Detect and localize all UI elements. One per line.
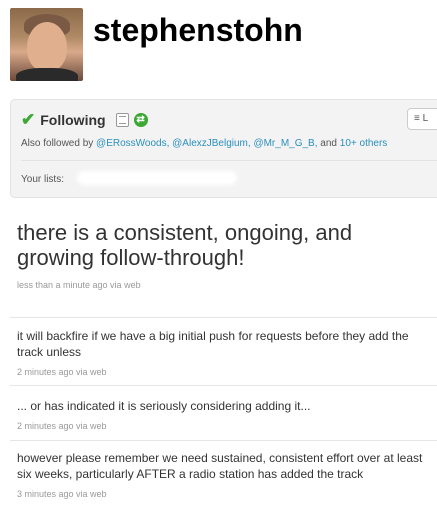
lists-redacted: [77, 171, 237, 185]
list-item: however please remember we need sustaine…: [17, 450, 435, 502]
also-followed-by: Also followed by @ERossWoods, @AlexzJBel…: [21, 138, 387, 149]
avatar-shirt: [16, 68, 78, 81]
divider: [10, 440, 437, 441]
featured-tweet-meta[interactable]: less than a minute ago via web: [17, 280, 141, 290]
list-item: it will backfire if we have a big initia…: [17, 328, 435, 380]
divider: [21, 160, 437, 161]
list-icon: ≡: [414, 113, 420, 124]
list-item: ... or has indicated it is seriously con…: [17, 398, 435, 434]
tweet-text: it will backfire if we have a big initia…: [17, 329, 409, 359]
list-button[interactable]: ≡ L: [407, 108, 437, 130]
device-icon[interactable]: [115, 112, 129, 127]
list-button-label: L: [422, 113, 429, 124]
follower-link[interactable]: @Mr_M_G_B,: [253, 138, 317, 149]
more-followers-link[interactable]: 10+ others: [340, 138, 388, 149]
tweet-meta[interactable]: 2 minutes ago via web: [17, 364, 435, 380]
tweet-meta[interactable]: 3 minutes ago via web: [17, 486, 435, 502]
divider: [10, 385, 437, 386]
tweet-meta[interactable]: 2 minutes ago via web: [17, 418, 435, 434]
check-icon: ✔: [21, 110, 36, 129]
divider: [10, 317, 437, 318]
featured-tweet-text: there is a consistent, ongoing, and grow…: [17, 220, 353, 270]
your-lists-label: Your lists:: [21, 174, 64, 185]
following-status[interactable]: ✔ Following ⇄: [21, 111, 148, 128]
follower-link[interactable]: @ERossWoods,: [96, 138, 169, 149]
following-label: Following: [40, 111, 106, 128]
tweet-text: however please remember we need sustaine…: [17, 451, 423, 481]
profile-username: stephenstohn: [93, 12, 303, 48]
avatar-face: [27, 22, 67, 72]
follower-link[interactable]: @AlexzJBelgium,: [172, 138, 251, 149]
retweet-icon[interactable]: ⇄: [133, 112, 148, 127]
and-text: and: [320, 138, 337, 149]
follow-box: ✔ Following ⇄ ≡ L Also followed by @ERos…: [10, 99, 437, 198]
avatar[interactable]: [10, 8, 83, 81]
tweet-text: ... or has indicated it is seriously con…: [17, 399, 311, 413]
also-followed-prefix: Also followed by: [21, 138, 94, 149]
